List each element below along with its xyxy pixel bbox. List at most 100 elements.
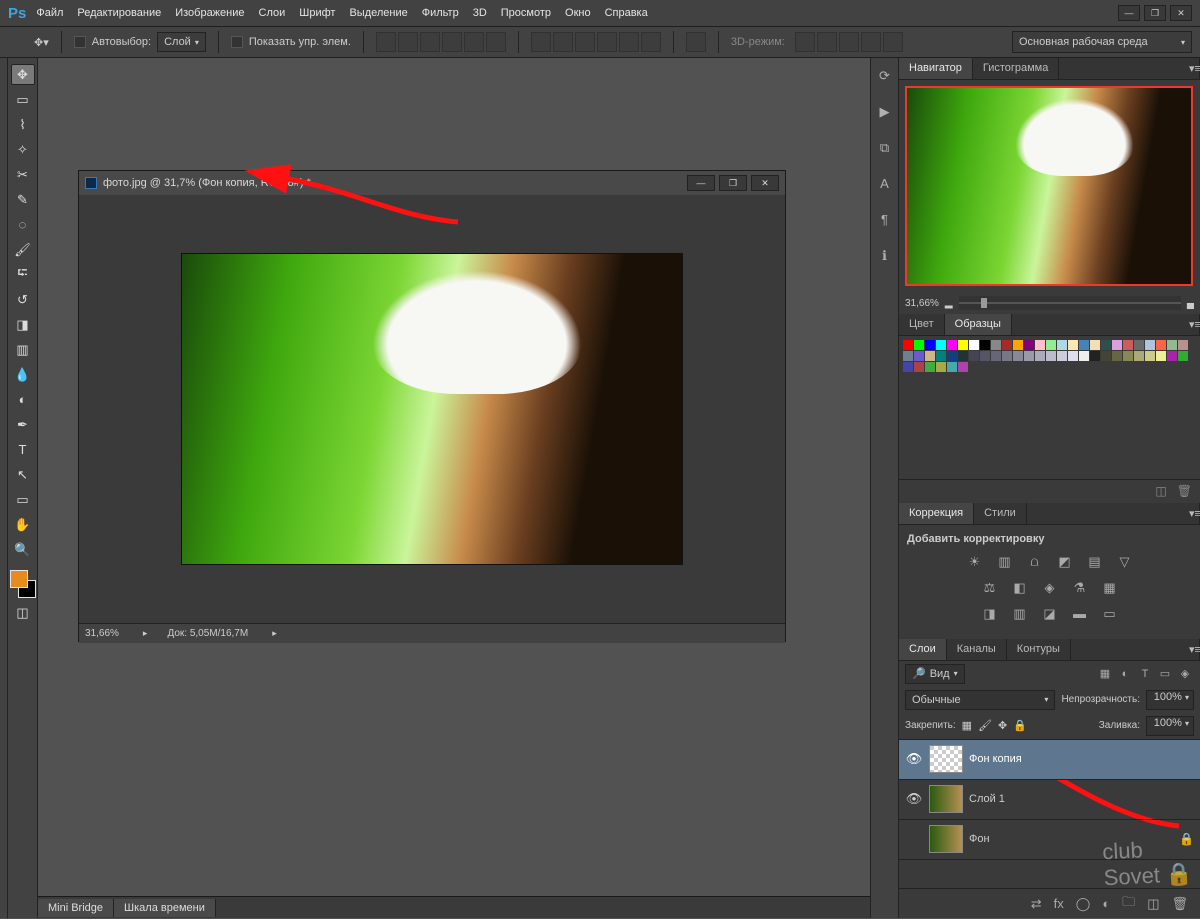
autoselect-target-select[interactable]: Слой▾	[157, 32, 206, 52]
swatch-cell[interactable]	[903, 362, 913, 372]
layer-thumb[interactable]	[929, 785, 963, 813]
adj-bw-icon[interactable]: ◧	[1009, 579, 1031, 597]
swatch-cell[interactable]	[958, 362, 968, 372]
swatch-cell[interactable]	[925, 351, 935, 361]
dodge-tool[interactable]: ◐	[11, 389, 35, 410]
blend-mode-select[interactable]: Обычные▾	[905, 690, 1055, 710]
character-icon[interactable]: A	[876, 176, 894, 194]
lock-all-icon[interactable]: 🔒	[1013, 719, 1027, 732]
status-doc-arrow-icon[interactable]: ▸	[272, 628, 277, 639]
lock-transparent-icon[interactable]: ▦	[962, 719, 972, 732]
visibility-icon[interactable]: 👁	[905, 791, 923, 807]
history-brush-tool[interactable]: ↺	[11, 289, 35, 310]
navigator-zoom-value[interactable]: 31,66%	[905, 298, 939, 309]
swatch-cell[interactable]	[1068, 340, 1078, 350]
eyedropper-tool[interactable]: ✎	[11, 189, 35, 210]
lock-position-icon[interactable]: ✥	[998, 719, 1007, 732]
delete-layer-icon[interactable]: 🗑	[1171, 896, 1188, 912]
swatch-cell[interactable]	[1123, 340, 1133, 350]
adj-gradmap-icon[interactable]: ▬	[1069, 605, 1091, 623]
swatch-cell[interactable]	[1024, 351, 1034, 361]
tab-channels[interactable]: Каналы	[947, 639, 1007, 660]
swatch-cell[interactable]	[1079, 351, 1089, 361]
history-icon[interactable]: ⟳	[876, 68, 894, 86]
tab-color[interactable]: Цвет	[899, 314, 945, 335]
tab-adjustments[interactable]: Коррекция	[899, 503, 974, 524]
layer-mask-icon[interactable]: ◯	[1076, 896, 1091, 912]
swatch-cell[interactable]	[1024, 340, 1034, 350]
trash-icon[interactable]: 🗑	[1177, 484, 1192, 498]
fill-value[interactable]: 100% ▾	[1146, 716, 1194, 736]
zoom-out-icon[interactable]: ▂	[945, 298, 953, 309]
swatch-cell[interactable]	[1090, 340, 1100, 350]
adj-huesat-icon[interactable]: ▽	[1114, 553, 1136, 571]
swatch-cell[interactable]	[1002, 340, 1012, 350]
healing-brush-tool[interactable]: ◌	[11, 214, 35, 235]
navigator-zoom-slider[interactable]	[959, 296, 1181, 310]
adj-mixer-icon[interactable]: ⚗	[1069, 579, 1091, 597]
swatch-cell[interactable]	[980, 340, 990, 350]
swatch-cell[interactable]	[925, 340, 935, 350]
menu-слои[interactable]: Слои	[259, 7, 286, 19]
swatch-cell[interactable]	[1090, 351, 1100, 361]
hand-tool[interactable]: ✋	[11, 514, 35, 535]
layer-thumb[interactable]	[929, 825, 963, 853]
document-titlebar[interactable]: фото.jpg @ 31,7% (Фон копия, RGB/8#) * ―…	[79, 171, 785, 195]
swatch-cell[interactable]	[1068, 351, 1078, 361]
swatch-cell[interactable]	[958, 340, 968, 350]
swatch-cell[interactable]	[1046, 340, 1056, 350]
menu-фильтр[interactable]: Фильтр	[422, 7, 459, 19]
document-canvas[interactable]	[79, 195, 785, 623]
filter-type-icon[interactable]: T	[1136, 665, 1154, 683]
swatch-cell[interactable]	[1156, 340, 1166, 350]
layer-filter-kind[interactable]: 🔎Вид▾	[905, 664, 965, 684]
menu-просмотр[interactable]: Просмотр	[501, 7, 551, 19]
tab-paths[interactable]: Контуры	[1007, 639, 1071, 660]
swatch-cell[interactable]	[969, 351, 979, 361]
close-button[interactable]: ✕	[1170, 5, 1192, 21]
adj-vibrance-icon[interactable]: ▤	[1084, 553, 1106, 571]
filter-smart-icon[interactable]: ◈	[1176, 665, 1194, 683]
swatch-cell[interactable]	[1156, 351, 1166, 361]
pen-tool[interactable]: ✒	[11, 414, 35, 435]
swatch-cell[interactable]	[1167, 351, 1177, 361]
show-controls-checkbox[interactable]	[231, 36, 243, 48]
swatch-cell[interactable]	[1112, 351, 1122, 361]
swatch-cell[interactable]	[1057, 351, 1067, 361]
swatch-cell[interactable]	[1123, 351, 1133, 361]
menu-выделение[interactable]: Выделение	[349, 7, 407, 19]
swatch-cell[interactable]	[903, 351, 913, 361]
minimize-button[interactable]: ―	[1118, 5, 1140, 21]
adj-levels-icon[interactable]: ▥	[994, 553, 1016, 571]
menu-окно[interactable]: Окно	[565, 7, 591, 19]
swatch-cell[interactable]	[980, 351, 990, 361]
panel-menu-icon[interactable]: ▾≡	[1179, 503, 1200, 524]
layer-name[interactable]: Слой 1	[969, 793, 1005, 805]
swatch-cell[interactable]	[1101, 340, 1111, 350]
swatch-cell[interactable]	[958, 351, 968, 361]
swatch-cell[interactable]	[914, 340, 924, 350]
status-zoom[interactable]: 31,66%	[85, 628, 119, 639]
filter-adjust-icon[interactable]: ◐	[1116, 665, 1134, 683]
visibility-icon[interactable]: 👁	[905, 751, 923, 767]
swatch-cell[interactable]	[1046, 351, 1056, 361]
actions-icon[interactable]: ▶	[876, 104, 894, 122]
adj-colorbal-icon[interactable]: ⚖	[979, 579, 1001, 597]
swatch-cell[interactable]	[1178, 351, 1188, 361]
menu-файл[interactable]: Файл	[36, 7, 63, 19]
move-tool[interactable]: ✥	[11, 64, 35, 85]
menu-редактирование[interactable]: Редактирование	[77, 7, 161, 19]
swatch-cell[interactable]	[1178, 340, 1188, 350]
adj-exposure-icon[interactable]: ◩	[1054, 553, 1076, 571]
layer-name[interactable]: Фон	[969, 833, 990, 845]
marquee-tool[interactable]: ▭	[11, 89, 35, 110]
magic-wand-tool[interactable]: ✧	[11, 139, 35, 160]
swatch-cell[interactable]	[947, 351, 957, 361]
swatch-cell[interactable]	[903, 340, 913, 350]
tab-swatches[interactable]: Образцы	[945, 314, 1012, 335]
clone-stamp-tool[interactable]: ⮓	[11, 264, 35, 285]
layer-row[interactable]: 👁 Слой 1	[899, 780, 1200, 820]
new-group-icon[interactable]: 🗀	[1122, 893, 1135, 915]
swatch-cell[interactable]	[914, 362, 924, 372]
swatch-cell[interactable]	[1079, 340, 1089, 350]
